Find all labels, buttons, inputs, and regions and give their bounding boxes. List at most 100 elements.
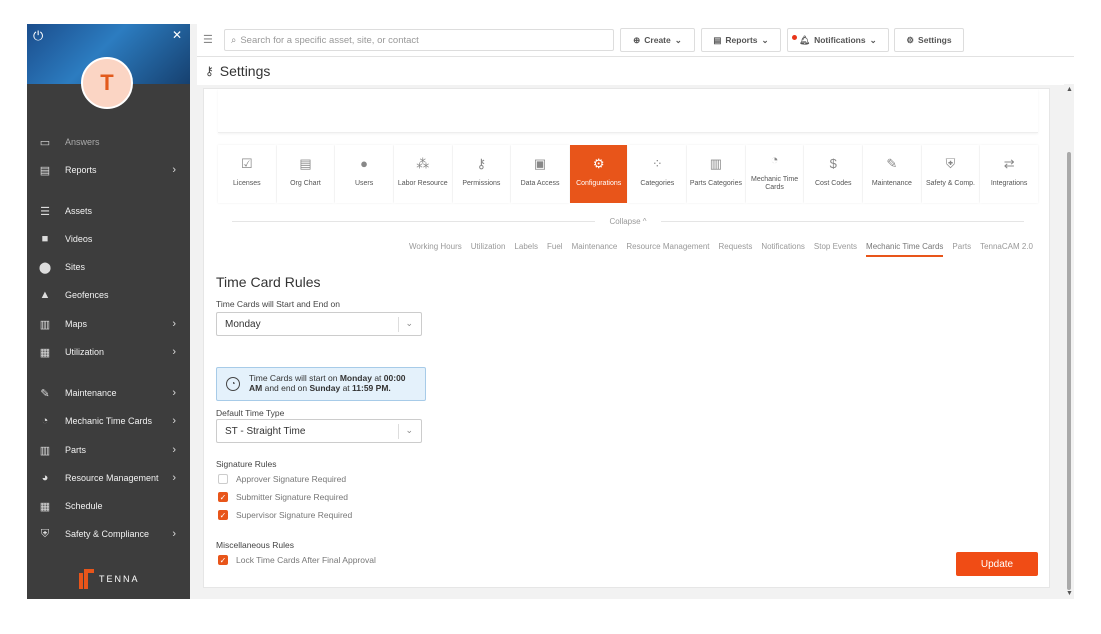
- tenna-logo-text: TENNA: [99, 574, 140, 584]
- supervisor-checkbox[interactable]: ✓ Supervisor Signature Required: [218, 510, 352, 520]
- subtab-stop-events[interactable]: Stop Events: [814, 242, 857, 257]
- avatar[interactable]: T: [81, 57, 133, 109]
- sidebar-item-reports[interactable]: ▤ Reports ›: [27, 159, 190, 181]
- tab-label: Data Access: [520, 180, 560, 187]
- subtab-parts[interactable]: Parts: [952, 242, 971, 257]
- sidebar-item-sites[interactable]: ⬤ Sites: [27, 256, 190, 278]
- tab-cost-codes[interactable]: $ Cost Codes: [804, 145, 863, 203]
- filter-icon[interactable]: ☰: [203, 33, 213, 46]
- create-button[interactable]: ⊕ Create ⌄: [620, 28, 695, 52]
- tab-users[interactable]: ● Users: [335, 145, 393, 203]
- sidebar-item-label: Parts: [65, 445, 87, 455]
- scroll-up-icon[interactable]: ▲: [1066, 86, 1073, 93]
- tab-categories[interactable]: ⁘ Categories: [628, 145, 687, 203]
- org-chart-icon: ▤: [299, 156, 312, 171]
- bell-icon: 🔔︎: [799, 34, 811, 45]
- chevron-down-icon: ⌄: [761, 34, 769, 45]
- pin-icon[interactable]: ✕: [172, 28, 182, 42]
- approver-checkbox[interactable]: Approver Signature Required: [218, 474, 346, 484]
- sidebar-item-label: Videos: [65, 234, 93, 244]
- subtab-working-hours[interactable]: Working Hours: [409, 242, 462, 257]
- sidebar-item-maps[interactable]: ▥ Maps ›: [27, 313, 190, 335]
- wrench-icon: ✎: [40, 387, 50, 400]
- notifications-button[interactable]: 🔔︎ Notifications ⌄: [787, 28, 889, 52]
- sidebar-item-assets[interactable]: ☰ Assets: [27, 200, 190, 222]
- subtab-utilization[interactable]: Utilization: [471, 242, 506, 257]
- chevron-down-icon: ⌄: [869, 34, 877, 45]
- subtab-resource-management[interactable]: Resource Management: [626, 242, 709, 257]
- sidebar-item-safety-compliance[interactable]: ⛨ Safety & Compliance ›: [27, 523, 190, 545]
- lock-icon: ▣: [533, 156, 547, 171]
- tab-parts-categories[interactable]: ▥ Parts Categories: [687, 145, 745, 203]
- lock-checkbox[interactable]: ✓ Lock Time Cards After Final Approval: [218, 555, 376, 565]
- update-button[interactable]: Update: [956, 552, 1038, 576]
- notification-dot: [792, 35, 797, 40]
- sidebar-item-geofences[interactable]: ▲ Geofences: [27, 284, 190, 306]
- chevron-right-icon: ›: [172, 528, 176, 540]
- search-icon: ⌕: [231, 34, 237, 46]
- sidebar-item-label: Safety & Compliance: [65, 529, 150, 539]
- subtab-mechanic-time-cards[interactable]: Mechanic Time Cards: [866, 242, 944, 257]
- scroll-thumb[interactable]: [1067, 152, 1071, 590]
- config-tab-row: ☑ Licenses ▤ Org Chart ● Users ⁂ Labor Resource…: [218, 145, 1038, 209]
- sidebar-item-schedule[interactable]: ▦ Schedule: [27, 495, 190, 517]
- reports-button[interactable]: ▤ Reports ⌄: [701, 28, 781, 52]
- subtab-notifications[interactable]: Notifications: [761, 242, 805, 257]
- content-panel: ☑ Licenses ▤ Org Chart ● Users ⁂ Labor Resource…: [203, 88, 1050, 588]
- subtab-tennacam-2-0[interactable]: TennaCAM 2.0: [980, 242, 1033, 257]
- sidebar-item-utilization[interactable]: ▦ Utilization ›: [27, 341, 190, 363]
- search-input[interactable]: ⌕ Search for a specific asset, site, or …: [224, 29, 614, 51]
- subtab-maintenance[interactable]: Maintenance: [572, 242, 618, 257]
- video-icon: ■: [41, 233, 49, 245]
- subtab-labels[interactable]: Labels: [514, 242, 538, 257]
- tab-label: Permissions: [462, 180, 501, 187]
- collapse-label: Collapse ^: [609, 216, 647, 226]
- tab-permissions[interactable]: ⚷ Permissions: [452, 145, 511, 203]
- sidebar-item-parts[interactable]: ▥ Parts ›: [27, 439, 190, 461]
- settings-label: Settings: [918, 35, 952, 45]
- info-box: ◔ Time Cards will start on Monday at 00:…: [216, 367, 426, 401]
- sidebar-item-videos[interactable]: ■ Videos: [27, 228, 190, 250]
- supervisor-label: Supervisor Signature Required: [236, 510, 353, 520]
- tab-labor-resource[interactable]: ⁂ Labor Resource: [393, 145, 452, 203]
- document-icon: ▤: [39, 164, 51, 177]
- tab-integrations[interactable]: ⇄ Integrations: [980, 145, 1038, 203]
- subtab-fuel[interactable]: Fuel: [547, 242, 563, 257]
- default-type-value: ST - Straight Time: [225, 425, 306, 437]
- checkbox-box[interactable]: ✓: [218, 510, 228, 520]
- start-day-label: Time Cards will Start and End on: [216, 299, 340, 309]
- start-day-select[interactable]: Monday ⌄: [216, 312, 422, 336]
- summary-card: [218, 89, 1038, 133]
- misc-rules-label: Miscellaneous Rules: [216, 540, 294, 550]
- subtab-requests[interactable]: Requests: [719, 242, 753, 257]
- sidebar-item-maintenance[interactable]: ✎ Maintenance ›: [27, 382, 190, 404]
- user-icon: ●: [360, 156, 369, 171]
- settings-button[interactable]: ⚙ Settings: [894, 28, 964, 52]
- arrows-icon: ⇄: [1003, 156, 1015, 171]
- tenna-logo: TENNA: [79, 569, 140, 589]
- tab-maintenance[interactable]: ✎ Maintenance: [863, 145, 921, 203]
- tab-org-chart[interactable]: ▤ Org Chart: [276, 145, 335, 203]
- document-icon: ▤: [713, 34, 722, 45]
- sidebar-item-resource-management[interactable]: ◕ Resource Management ›: [27, 467, 190, 489]
- default-type-select[interactable]: ST - Straight Time ⌄: [216, 419, 422, 443]
- scrollbar[interactable]: ▲ ▼: [1064, 84, 1074, 599]
- tab-configurations[interactable]: ⚙ Configurations: [569, 145, 628, 203]
- checkbox-box[interactable]: ✓: [218, 492, 228, 502]
- tab-mechanic-time-cards[interactable]: ◔ Mechanic Time Cards: [745, 145, 804, 203]
- tab-label: Categories: [640, 180, 675, 187]
- power-icon[interactable]: ⏻: [33, 28, 47, 43]
- sidebar-item-mechanic-time-cards[interactable]: ◔ Mechanic Time Cards ›: [27, 410, 190, 432]
- scroll-down-icon[interactable]: ▼: [1066, 590, 1073, 597]
- collapse-toggle[interactable]: Collapse ^: [218, 211, 1038, 231]
- tab-safety-comp-[interactable]: ⛨ Safety & Comp.: [921, 145, 980, 203]
- tab-data-access[interactable]: ▣ Data Access: [511, 145, 569, 203]
- select-divider: [398, 424, 399, 439]
- checkbox-box[interactable]: [218, 474, 228, 484]
- clock-icon: ◔: [226, 377, 240, 391]
- submitter-checkbox[interactable]: ✓ Submitter Signature Required: [218, 492, 348, 502]
- tab-licenses[interactable]: ☑ Licenses: [218, 145, 276, 203]
- sidebar-item-answers[interactable]: ▭ Answers: [27, 131, 190, 153]
- chevron-right-icon: ›: [172, 415, 176, 427]
- checkbox-box[interactable]: ✓: [218, 555, 228, 565]
